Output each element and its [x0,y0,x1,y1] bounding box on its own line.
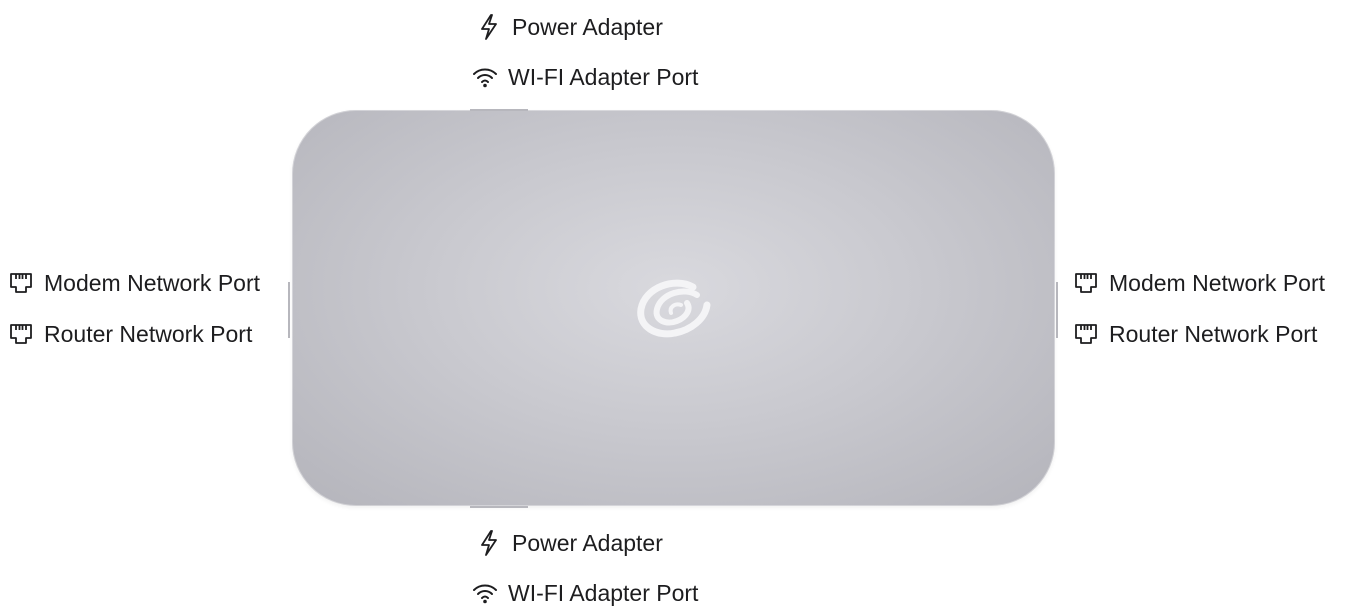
bottom-wifi-label: WI-FI Adapter Port [472,578,698,608]
swirl-logo [635,275,715,341]
ethernet-port-icon [8,321,34,347]
top-power-label: Power Adapter [476,12,663,42]
top-power-text: Power Adapter [512,13,663,40]
left-router-text: Router Network Port [44,320,253,347]
ethernet-port-icon [8,270,34,296]
wifi-icon [472,64,498,90]
left-modem-text: Modem Network Port [44,269,261,296]
lightning-bolt-icon [476,14,502,40]
ethernet-port-icon [1073,321,1099,347]
bottom-power-text: Power Adapter [512,529,663,556]
left-modem-label: Modem Network Port [8,268,260,298]
right-modem-text: Modem Network Port [1109,269,1326,296]
right-router-label: Router Network Port [1073,319,1317,349]
top-port-slot [470,109,528,111]
bottom-power-label: Power Adapter [476,528,663,558]
lightning-bolt-icon [476,530,502,556]
right-port-slot [1056,282,1058,338]
top-wifi-label: WI-FI Adapter Port [472,62,698,92]
left-port-slot [288,282,290,338]
bottom-wifi-text: WI-FI Adapter Port [508,579,699,606]
right-modem-label: Modem Network Port [1073,268,1325,298]
left-router-label: Router Network Port [8,319,252,349]
right-router-text: Router Network Port [1109,320,1318,347]
wifi-icon [472,580,498,606]
bottom-port-slot [470,506,528,508]
top-wifi-text: WI-FI Adapter Port [508,63,699,90]
ethernet-port-icon [1073,270,1099,296]
